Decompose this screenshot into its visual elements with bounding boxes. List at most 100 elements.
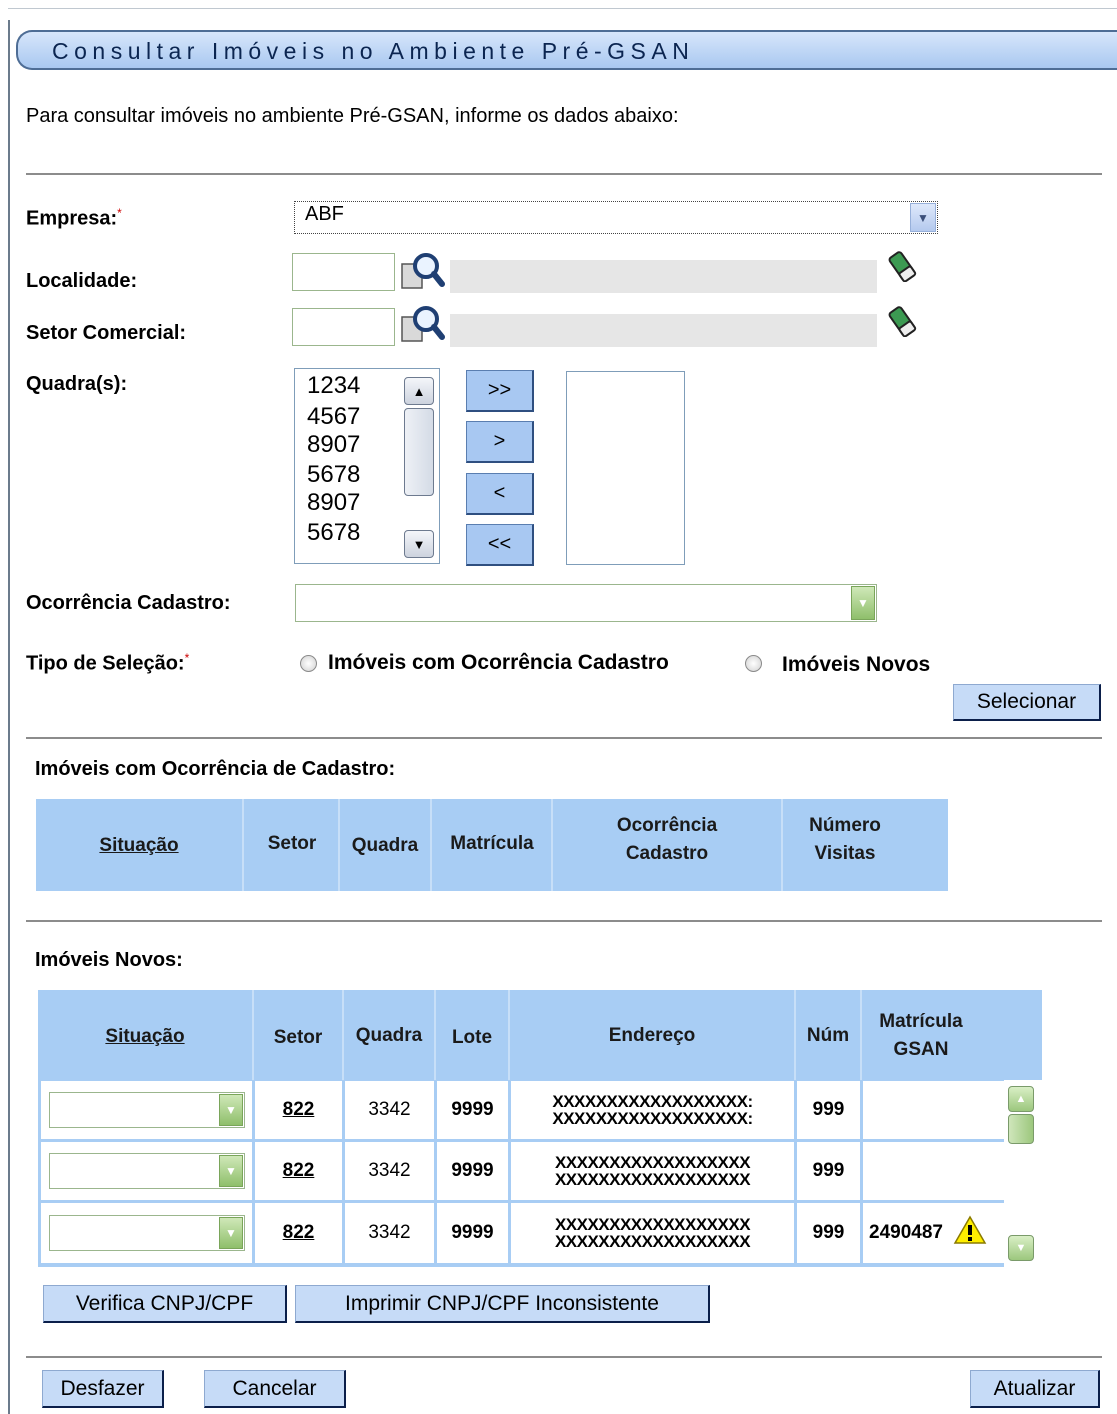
list-item[interactable]: 4567 <box>307 405 360 429</box>
move-right-button[interactable]: > <box>466 421 534 463</box>
col-quadra: Quadra <box>351 835 419 856</box>
imprimir-cnpj-cpf-inconsistente-button[interactable]: Imprimir CNPJ/CPF Inconsistente <box>295 1285 710 1323</box>
table-row: ▼ <box>41 1142 252 1200</box>
localidade-code-input[interactable] <box>292 253 395 291</box>
endereco-cell: XXXXXXXXXXXXXXXXXX XXXXXXXXXXXXXXXXXX <box>511 1142 794 1200</box>
scrollbar[interactable]: ▲ ▼ <box>1004 1080 1042 1267</box>
col-situacao[interactable]: Situação <box>38 1023 252 1051</box>
quadras-available-list[interactable]: 1234 4567 8907 5678 8907 5678 ▲ ▼ <box>294 368 440 564</box>
move-all-right-button[interactable]: >> <box>466 370 534 412</box>
chevron-down-icon[interactable]: ▼ <box>910 203 936 232</box>
matricula-cell <box>863 1142 1004 1200</box>
move-left-button[interactable]: < <box>466 473 534 515</box>
num-cell: 999 <box>797 1142 860 1200</box>
list-item[interactable]: 5678 <box>307 521 360 545</box>
divider <box>26 737 1102 739</box>
chevron-up-icon[interactable]: ▲ <box>404 377 434 405</box>
situacao-select[interactable]: ▼ <box>49 1153 245 1189</box>
chevron-down-icon[interactable]: ▼ <box>219 1094 243 1126</box>
eraser-icon[interactable] <box>888 250 918 287</box>
situacao-select[interactable]: ▼ <box>49 1092 245 1128</box>
search-icon[interactable] <box>400 303 446 348</box>
col-setor: Setor <box>273 1027 323 1048</box>
instructions-text: Para consultar imóveis no ambiente Pré-G… <box>26 105 679 127</box>
list-item[interactable]: 8907 <box>307 491 360 515</box>
list-item[interactable]: 5678 <box>307 463 360 487</box>
lote-cell: 9999 <box>437 1081 508 1139</box>
desfazer-button[interactable]: Desfazer <box>42 1370 164 1408</box>
lote-cell: 9999 <box>437 1203 508 1263</box>
empresa-select[interactable]: ABF ▼ <box>294 201 938 234</box>
setor-cell[interactable]: 822 <box>255 1142 342 1200</box>
endereco-cell: XXXXXXXXXXXXXXXXXX XXXXXXXXXXXXXXXXXX <box>511 1203 794 1263</box>
scrollbar-thumb[interactable] <box>404 408 434 496</box>
setor-comercial-label: Setor Comercial: <box>26 322 187 344</box>
radio-imoveis-novos-label: Imóveis Novos <box>782 653 931 676</box>
scrollbar-thumb[interactable] <box>1008 1114 1034 1144</box>
quadra-cell: 3342 <box>345 1081 434 1139</box>
empresa-select-value: ABF <box>305 203 344 225</box>
num-cell: 999 <box>797 1081 860 1139</box>
divider <box>26 920 1102 922</box>
situacao-select[interactable]: ▼ <box>49 1215 245 1251</box>
novos-section-title: Imóveis Novos: <box>35 949 183 971</box>
divider <box>26 1356 1102 1358</box>
list-item[interactable]: 8907 <box>307 433 360 457</box>
col-numero-visitas: Número Visitas <box>809 815 881 864</box>
chevron-down-icon[interactable]: ▼ <box>404 530 434 558</box>
scrollbar[interactable]: ▲ ▼ <box>404 374 436 558</box>
table-row: ▼ <box>41 1081 252 1139</box>
setor-cell[interactable]: 822 <box>255 1203 342 1263</box>
page-title: Consultar Imóveis no Ambiente Pré-GSAN <box>52 38 695 64</box>
quadra-cell: 3342 <box>345 1203 434 1263</box>
verifica-cnpj-cpf-button[interactable]: Verifica CNPJ/CPF <box>43 1285 287 1323</box>
tipo-selecao-label: Tipo de Seleção:* <box>26 651 190 675</box>
quadra-cell: 3342 <box>345 1142 434 1200</box>
col-num: Núm <box>806 1025 850 1046</box>
chevron-down-icon[interactable]: ▼ <box>851 586 875 620</box>
atualizar-button[interactable]: Atualizar <box>970 1370 1100 1408</box>
setor-comercial-description-field <box>450 314 877 347</box>
selecionar-button[interactable]: Selecionar <box>953 684 1101 721</box>
chevron-up-icon[interactable]: ▲ <box>1008 1086 1034 1112</box>
col-lote: Lote <box>451 1027 493 1048</box>
divider <box>26 173 1102 175</box>
move-all-left-button[interactable]: << <box>466 524 534 566</box>
ocorrencia-section-title: Imóveis com Ocorrência de Cadastro: <box>35 758 396 780</box>
column-separator <box>242 799 244 891</box>
radio-imoveis-ocorrencia[interactable] <box>300 655 317 672</box>
page-top-border <box>8 8 1117 9</box>
chevron-down-icon[interactable]: ▼ <box>219 1217 243 1249</box>
table-row: ▼ <box>41 1203 252 1263</box>
col-matricula-gsan: Matrícula GSAN <box>879 1011 963 1060</box>
search-icon[interactable] <box>400 250 446 295</box>
setor-cell[interactable]: 822 <box>255 1081 342 1139</box>
col-setor: Setor <box>267 833 317 854</box>
col-endereco: Endereço <box>608 1025 696 1046</box>
warning-icon[interactable] <box>953 1215 987 1251</box>
setor-comercial-code-input[interactable] <box>292 308 395 346</box>
eraser-icon[interactable] <box>888 305 918 342</box>
lote-cell: 9999 <box>437 1142 508 1200</box>
chevron-down-icon[interactable]: ▼ <box>219 1155 243 1187</box>
col-quadra: Quadra <box>355 1025 423 1046</box>
col-matricula: Matrícula <box>450 833 534 854</box>
matricula-cell: 2490487 <box>863 1203 1004 1263</box>
num-cell: 999 <box>797 1203 860 1263</box>
radio-imoveis-ocorrencia-label: Imóveis com Ocorrência Cadastro <box>328 651 669 674</box>
endereco-cell: XXXXXXXXXXXXXXXXXX: XXXXXXXXXXXXXXXXXX: <box>511 1081 794 1139</box>
quadras-label: Quadra(s): <box>26 373 128 395</box>
ocorrencia-cadastro-label: Ocorrência Cadastro: <box>26 592 231 614</box>
ocorrencia-cadastro-select[interactable]: ▼ <box>295 584 877 622</box>
chevron-down-icon[interactable]: ▼ <box>1008 1235 1034 1261</box>
col-ocorrencia-cadastro: Ocorrência Cadastro <box>616 815 718 864</box>
localidade-description-field <box>450 260 877 293</box>
radio-imoveis-novos[interactable] <box>745 655 762 672</box>
localidade-label: Localidade: <box>26 270 138 292</box>
empresa-label: Empresa:* <box>26 206 122 230</box>
col-situacao[interactable]: Situação <box>36 832 242 860</box>
list-item[interactable]: 1234 <box>307 374 360 398</box>
quadras-selected-list[interactable] <box>566 371 685 565</box>
page-left-border <box>8 20 10 1414</box>
cancelar-button[interactable]: Cancelar <box>204 1370 346 1408</box>
